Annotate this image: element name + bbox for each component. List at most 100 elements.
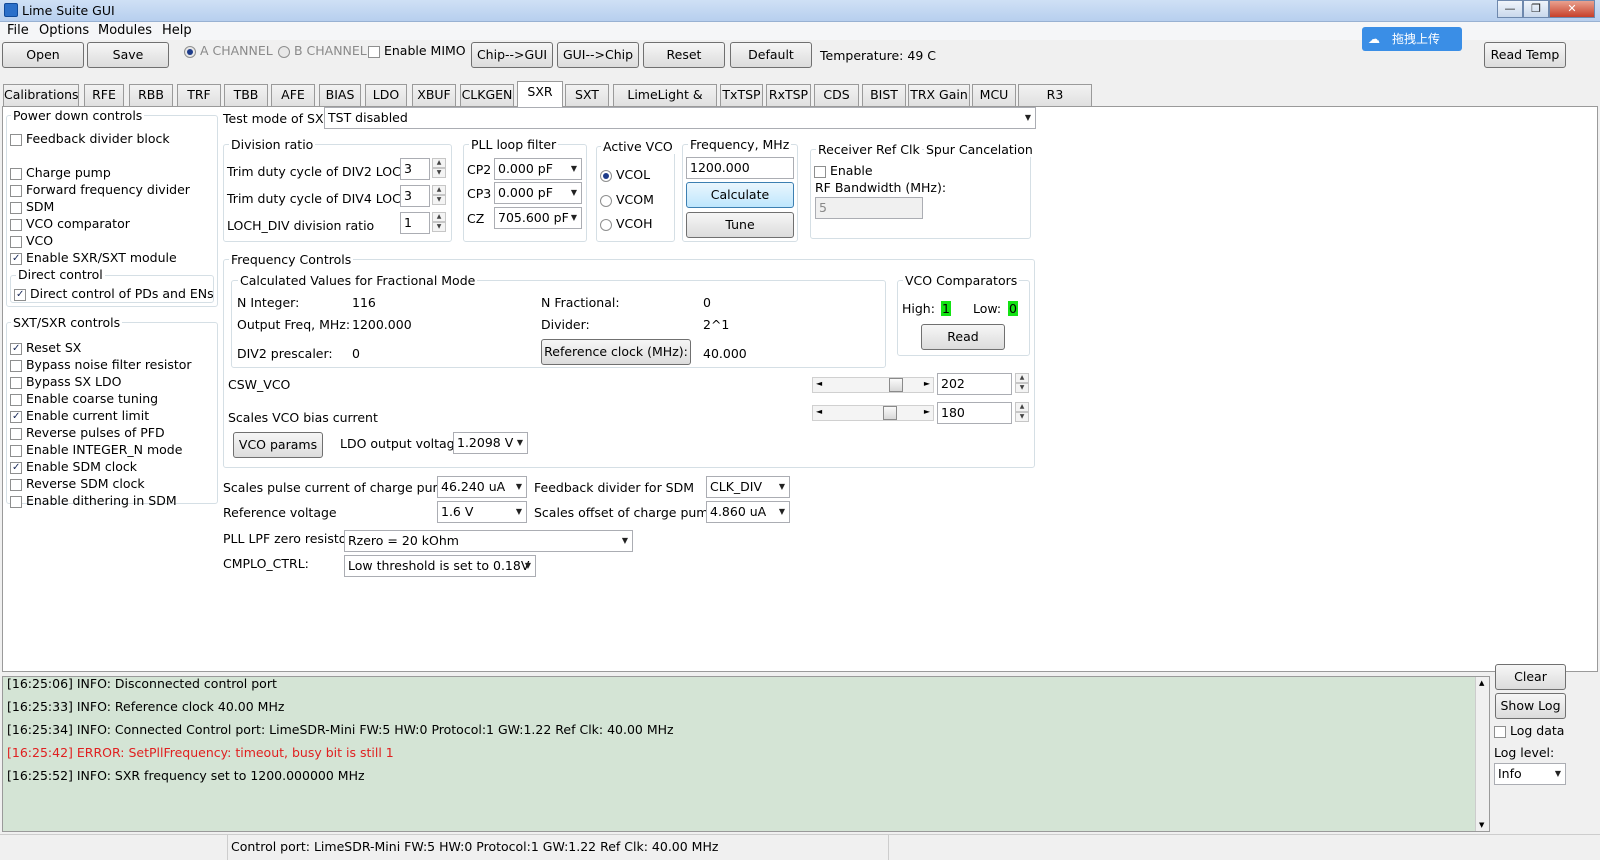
reverse-sdm-clock-checkbox[interactable]: Reverse SDM clock: [10, 476, 145, 491]
tab-afe[interactable]: AFE: [271, 84, 315, 106]
power-down-title: Power down controls: [11, 108, 145, 123]
enable-sxr-sxt-checkbox[interactable]: Enable SXR/SXT module: [10, 250, 177, 265]
vco-bias-input[interactable]: 180: [937, 402, 1012, 424]
read-comparators-button[interactable]: Read: [921, 324, 1005, 350]
minimize-button[interactable]: —: [1497, 0, 1523, 18]
charge-pump-checkbox[interactable]: Charge pump: [10, 165, 111, 180]
tab-xbuf[interactable]: XBUF: [412, 84, 456, 106]
cp2-select[interactable]: 0.000 pF ▼: [494, 158, 582, 180]
coarse-tuning-checkbox[interactable]: Enable coarse tuning: [10, 391, 158, 406]
vco-bias-slider[interactable]: ◄ ►: [812, 405, 934, 421]
b-channel-radio[interactable]: B CHANNEL: [278, 43, 367, 58]
sdm-clock-checkbox[interactable]: Enable SDM clock: [10, 459, 137, 474]
div2-spinbox[interactable]: 3: [400, 158, 430, 180]
forward-freq-divider-checkbox[interactable]: Forward frequency divider: [10, 182, 190, 197]
tab-tbb[interactable]: TBB: [224, 84, 268, 106]
vcol-radio[interactable]: VCOL: [600, 167, 650, 182]
read-temp-button[interactable]: Read Temp: [1484, 42, 1566, 68]
div4-spinbox[interactable]: 3: [400, 185, 430, 207]
tab-trx-gain[interactable]: TRX Gain: [908, 84, 970, 106]
menu-file[interactable]: File: [7, 23, 29, 38]
tab-clkgen[interactable]: CLKGEN: [460, 84, 514, 106]
reference-voltage-select[interactable]: 1.6 V ▼: [437, 501, 527, 523]
upload-widget[interactable]: ☁ 拖拽上传: [1362, 27, 1462, 51]
ldo-voltage-select[interactable]: 1.2098 V ▼: [453, 432, 528, 454]
open-button[interactable]: Open: [2, 42, 84, 68]
tab-mcu[interactable]: MCU: [972, 84, 1016, 106]
app-icon: [4, 3, 18, 17]
save-button[interactable]: Save: [87, 42, 169, 68]
integer-n-checkbox[interactable]: Enable INTEGER_N mode: [10, 442, 182, 457]
csw-vco-slider-thumb[interactable]: [889, 378, 903, 392]
current-limit-checkbox[interactable]: Enable current limit: [10, 408, 149, 423]
loch-div-spinbox[interactable]: 1: [400, 212, 430, 234]
chip-to-gui-button[interactable]: Chip-->GUI: [471, 42, 553, 68]
vco-bias-arrows[interactable]: ▲ ▼: [1015, 402, 1029, 424]
maximize-button[interactable]: ❐: [1523, 0, 1549, 18]
tab-rbb[interactable]: RBB: [129, 84, 173, 106]
tab-limelight-pad[interactable]: LimeLight & PAD: [613, 84, 717, 122]
tab-cds[interactable]: CDS: [814, 84, 859, 106]
tab-rxtsp[interactable]: RxTSP: [766, 84, 811, 106]
direct-control-checkbox[interactable]: Direct control of PDs and ENs: [14, 286, 214, 301]
menu-modules[interactable]: Modules: [98, 23, 152, 38]
enable-mimo-checkbox[interactable]: Enable MIMO: [368, 43, 466, 58]
tab-rfe[interactable]: RFE: [84, 84, 124, 106]
vco-checkbox[interactable]: VCO: [10, 233, 53, 248]
cz-select[interactable]: 705.600 pF ▼: [494, 207, 582, 229]
vco-comparator-checkbox[interactable]: VCO comparator: [10, 216, 130, 231]
cp3-select[interactable]: 0.000 pF ▼: [494, 182, 582, 204]
rx-ref-enable-checkbox[interactable]: Enable: [814, 163, 873, 178]
show-log-button[interactable]: Show Log: [1495, 693, 1566, 719]
vco-bias-label: Scales VCO bias current: [228, 410, 378, 425]
reset-sx-checkbox[interactable]: Reset SX: [10, 340, 81, 355]
reference-clock-button[interactable]: Reference clock (MHz):: [541, 339, 691, 365]
vco-params-button[interactable]: VCO params: [233, 432, 323, 458]
tab-ldo[interactable]: LDO: [365, 84, 407, 106]
csw-vco-arrows[interactable]: ▲ ▼: [1015, 373, 1029, 395]
log-data-checkbox[interactable]: Log data: [1494, 723, 1564, 738]
div4-arrows[interactable]: ▲ ▼: [432, 185, 446, 207]
tab-sxr[interactable]: SXR: [517, 81, 563, 107]
a-channel-radio[interactable]: A CHANNEL: [184, 43, 273, 58]
gui-to-chip-button[interactable]: GUI-->Chip: [557, 42, 639, 68]
tab-txtsp[interactable]: TxTSP: [720, 84, 763, 106]
calculate-button[interactable]: Calculate: [686, 182, 794, 208]
reverse-pfd-checkbox[interactable]: Reverse pulses of PFD: [10, 425, 165, 440]
tab-calibrations[interactable]: Calibrations: [3, 84, 79, 106]
tab-r3-controls[interactable]: R3 Controls: [1018, 84, 1092, 122]
tab-sxt[interactable]: SXT: [565, 84, 609, 106]
div2-arrows[interactable]: ▲ ▼: [432, 158, 446, 180]
vco-bias-slider-thumb[interactable]: [883, 406, 897, 420]
log-level-select[interactable]: Info ▼: [1494, 763, 1566, 785]
feedback-divider-checkbox[interactable]: Feedback divider block: [10, 131, 170, 146]
tune-button[interactable]: Tune: [686, 212, 794, 238]
feedback-divider-sdm-select[interactable]: CLK_DIV ▼: [706, 476, 790, 498]
default-button[interactable]: Default: [730, 42, 812, 68]
bypass-sx-ldo-checkbox[interactable]: Bypass SX LDO: [10, 374, 121, 389]
menu-options[interactable]: Options: [39, 23, 89, 38]
vcom-radio[interactable]: VCOM: [600, 192, 654, 207]
csw-vco-input[interactable]: 202: [937, 373, 1012, 395]
log-scrollbar[interactable]: ▲ ▼: [1475, 677, 1489, 831]
reset-button[interactable]: Reset: [643, 42, 725, 68]
test-mode-select[interactable]: TST disabled ▼: [324, 107, 1036, 129]
loch-div-arrows[interactable]: ▲ ▼: [432, 212, 446, 234]
close-button[interactable]: ✕: [1549, 0, 1595, 18]
dithering-sdm-checkbox[interactable]: Enable dithering in SDM: [10, 493, 177, 508]
rf-bandwidth-input[interactable]: 5: [815, 197, 923, 219]
tab-bist[interactable]: BIST: [862, 84, 906, 106]
menu-help[interactable]: Help: [162, 23, 192, 38]
csw-vco-slider[interactable]: ◄ ►: [812, 377, 934, 393]
sdm-checkbox[interactable]: SDM: [10, 199, 54, 214]
tab-trf[interactable]: TRF: [177, 84, 221, 106]
bypass-noise-filter-checkbox[interactable]: Bypass noise filter resistor: [10, 357, 192, 372]
cmplo-ctrl-select[interactable]: Low threshold is set to 0.18V ▼: [344, 555, 536, 577]
tab-bias[interactable]: BIAS: [319, 84, 361, 106]
vcoh-radio[interactable]: VCOH: [600, 216, 653, 231]
frequency-input[interactable]: 1200.000: [686, 157, 794, 179]
lpf-zero-resistor-select[interactable]: Rzero = 20 kOhm ▼: [344, 530, 633, 552]
offset-charge-pump-select[interactable]: 4.860 uA ▼: [706, 501, 790, 523]
clear-log-button[interactable]: Clear: [1495, 664, 1566, 690]
pulse-current-select[interactable]: 46.240 uA ▼: [437, 476, 527, 498]
